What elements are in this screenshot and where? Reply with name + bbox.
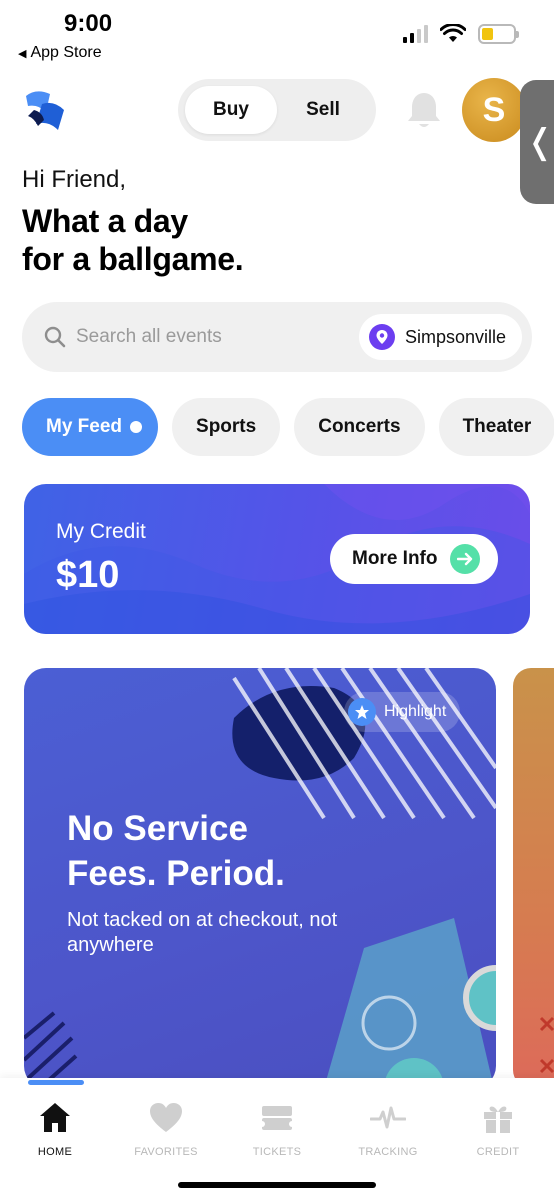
promo-title: No Service Fees. Period. bbox=[67, 806, 285, 896]
location-label: Simpsonville bbox=[404, 326, 506, 347]
wifi-icon bbox=[440, 24, 466, 42]
promo-subtitle: Not tacked on at checkout, not anywhere bbox=[67, 909, 338, 956]
back-triangle-icon: ◀ bbox=[18, 47, 27, 60]
page-headline: What a day for a ballgame. bbox=[22, 202, 244, 278]
back-to-app-store-link[interactable]: ◀ App Store bbox=[18, 44, 102, 62]
active-dot-icon bbox=[130, 421, 143, 433]
status-indicators bbox=[403, 24, 519, 44]
chip-label: My Feed bbox=[46, 416, 123, 437]
tab-tickets[interactable]: TICKETS bbox=[227, 1100, 327, 1158]
promo-title-line-1: No Service bbox=[67, 809, 248, 848]
credit-value: $10 bbox=[56, 554, 120, 596]
tab-label: TRACKING bbox=[358, 1146, 418, 1158]
status-time: 9:00 bbox=[64, 10, 113, 37]
promo-card[interactable]: Highlight No Service Fees. Period. Not t… bbox=[24, 668, 496, 1088]
home-indicator-bar bbox=[178, 1182, 376, 1188]
chip-sports[interactable]: Sports bbox=[172, 398, 281, 456]
arrow-right-icon bbox=[449, 544, 480, 574]
headline-line-1: What a day bbox=[22, 203, 188, 239]
location-pin-icon bbox=[368, 324, 395, 350]
heart-icon bbox=[150, 1103, 182, 1132]
cellular-signal-icon bbox=[403, 25, 428, 43]
buy-sell-toggle[interactable]: Buy Sell bbox=[178, 79, 376, 141]
search-placeholder[interactable]: Search all events bbox=[76, 326, 222, 348]
battery-icon bbox=[478, 24, 519, 44]
user-avatar[interactable]: S bbox=[462, 78, 526, 142]
tab-favorites[interactable]: FAVORITES bbox=[116, 1100, 216, 1158]
tab-label: HOME bbox=[37, 1146, 73, 1158]
peek-card-decoration bbox=[539, 1016, 554, 1074]
search-bar[interactable]: Search all events Simpsonville bbox=[22, 302, 532, 372]
tickets-icon bbox=[259, 1106, 295, 1130]
buy-segment[interactable]: Buy bbox=[185, 86, 277, 134]
notifications-bell-icon[interactable] bbox=[404, 90, 444, 132]
search-icon bbox=[44, 326, 66, 348]
gift-icon bbox=[484, 1106, 512, 1133]
active-tab-indicator bbox=[28, 1080, 84, 1085]
back-app-label: App Store bbox=[30, 44, 102, 61]
more-info-label: More Info bbox=[352, 548, 438, 569]
credit-label: My Credit bbox=[56, 520, 146, 543]
greeting-text: Hi Friend, bbox=[22, 166, 127, 193]
more-info-button[interactable]: More Info bbox=[330, 534, 498, 584]
headline-line-2: for a ballgame. bbox=[22, 241, 244, 277]
chip-my-feed[interactable]: My Feed bbox=[22, 398, 159, 456]
tab-label: FAVORITES bbox=[134, 1146, 198, 1158]
tab-label: TICKETS bbox=[252, 1146, 302, 1158]
badge-label: Highlight bbox=[384, 703, 447, 720]
promo-title-line-2: Fees. Period. bbox=[67, 854, 285, 893]
tab-tracking[interactable]: TRACKING bbox=[338, 1100, 438, 1158]
category-chips: My Feed Sports Concerts Theater bbox=[22, 398, 554, 456]
home-icon bbox=[40, 1103, 70, 1132]
tab-home[interactable]: HOME bbox=[5, 1100, 105, 1158]
location-selector[interactable]: Simpsonville bbox=[358, 314, 522, 360]
tab-label: CREDIT bbox=[476, 1146, 520, 1158]
pulse-icon bbox=[370, 1106, 406, 1129]
chip-concerts[interactable]: Concerts bbox=[294, 398, 425, 456]
chip-theater[interactable]: Theater bbox=[438, 398, 554, 456]
app-logo-icon[interactable] bbox=[20, 86, 68, 134]
next-promo-card-peek[interactable] bbox=[513, 668, 554, 1088]
highlight-badge: Highlight bbox=[344, 692, 461, 732]
star-icon bbox=[348, 698, 376, 726]
side-panel-handle[interactable]: ❬ bbox=[520, 80, 554, 204]
credit-card[interactable]: My Credit $10 More Info bbox=[24, 484, 530, 634]
sell-segment[interactable]: Sell bbox=[277, 86, 369, 134]
tab-credit[interactable]: CREDIT bbox=[448, 1100, 548, 1158]
